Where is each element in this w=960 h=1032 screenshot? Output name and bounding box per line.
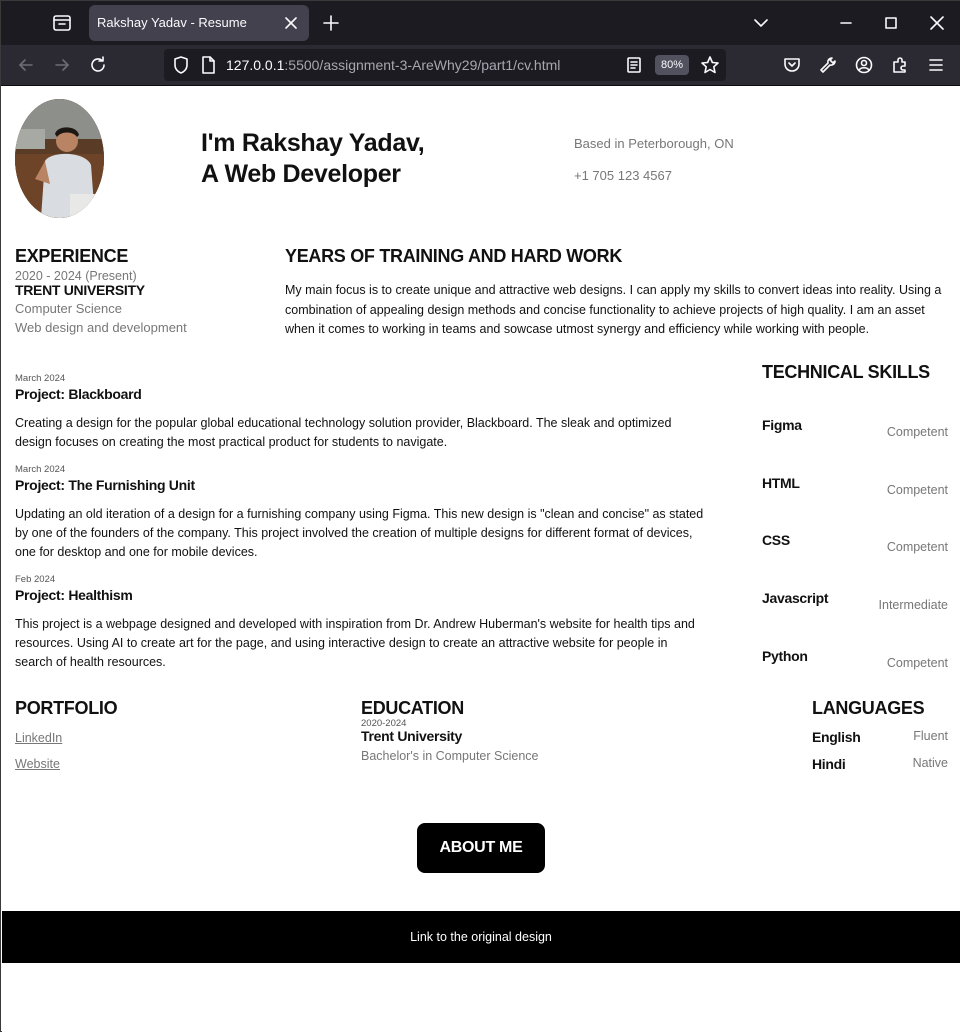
education-degree: Bachelor's in Computer Science (361, 749, 539, 763)
language-row: Hindi Native (812, 752, 948, 779)
active-tab[interactable]: Rakshay Yadav - Resume (89, 5, 309, 41)
skill-row: CSS Competent (762, 532, 948, 556)
project-date: March 2024 (15, 464, 66, 475)
technical-skills-section: TECHNICAL SKILLS Figma Competent HTML Co… (762, 362, 948, 670)
project-description: This project is a webpage designed and d… (15, 617, 695, 669)
original-design-link[interactable]: Link to the original design (410, 930, 552, 944)
pocket-icon[interactable] (782, 55, 802, 75)
url-text[interactable]: 127.0.0.1:5500/assignment-3-AreWhy29/par… (226, 57, 560, 73)
experience-school: TRENT UNIVERSITY (15, 282, 145, 298)
skill-row: Javascript Intermediate (762, 590, 948, 614)
language-row: English Fluent (812, 725, 948, 752)
skill-name: CSS (762, 532, 790, 548)
experience-section: EXPERIENCE 2020 - 2024 (Present) TRENT U… (15, 246, 255, 335)
forward-arrow-icon[interactable] (52, 55, 72, 75)
minimize-icon[interactable] (836, 13, 856, 33)
experience-focus: Web design and development (15, 320, 187, 335)
website-link[interactable]: Website (15, 757, 117, 771)
about-me-button[interactable]: ABOUT ME (417, 823, 545, 873)
bookmark-star-icon[interactable] (700, 55, 720, 80)
tab-strip: Rakshay Yadav - Resume (1, 1, 960, 45)
skill-row: Python Competent (762, 648, 948, 672)
project-description: Creating a design for the popular global… (15, 416, 672, 449)
reader-view-icon[interactable] (626, 55, 642, 80)
menu-hamburger-icon[interactable] (926, 55, 946, 75)
summary-text: My main focus is to create unique and at… (285, 283, 942, 336)
tab-close-icon[interactable] (281, 13, 301, 33)
experience-field: Computer Science (15, 301, 122, 316)
reload-icon[interactable] (88, 55, 108, 75)
language-level: Native (912, 756, 948, 770)
project-title: Project: Blackboard (15, 386, 142, 402)
skill-name: HTML (762, 475, 800, 491)
url-path: :5500/assignment-3-AreWhy29/part1/cv.htm… (284, 57, 561, 73)
education-section: EDUCATION 2020-2024 Trent University Bac… (361, 698, 538, 763)
skill-row: Figma Competent (762, 417, 948, 441)
footer-bar: Link to the original design (2, 911, 960, 963)
project-title: Project: Healthism (15, 587, 133, 603)
language-name: English (812, 729, 861, 745)
project-date: Feb 2024 (15, 574, 56, 585)
education-school: Trent University (361, 728, 463, 744)
tab-list-chevron-icon[interactable] (751, 13, 771, 33)
skill-name: Figma (762, 417, 802, 433)
project-item: March 2024 Project: Blackboard Creating … (15, 374, 705, 452)
experience-dates: 2020 - 2024 (Present) (15, 269, 137, 283)
skill-level: Competent (886, 425, 948, 439)
maximize-icon[interactable] (881, 13, 901, 33)
back-arrow-icon[interactable] (16, 55, 36, 75)
languages-heading: LANGUAGES (812, 698, 925, 718)
firefox-view-icon[interactable] (51, 13, 73, 33)
navigation-toolbar: 127.0.0.1:5500/assignment-3-AreWhy29/par… (1, 45, 960, 86)
project-title: Project: The Furnishing Unit (15, 477, 195, 493)
hero-title-line2: A Web Developer (201, 160, 401, 188)
portfolio-heading: PORTFOLIO (15, 698, 118, 718)
education-heading: EDUCATION (361, 698, 464, 718)
tab-title: Rakshay Yadav - Resume (97, 15, 247, 30)
portfolio-section: PORTFOLIO LinkedIn Website (15, 698, 118, 771)
summary-heading: YEARS OF TRAINING AND HARD WORK (285, 246, 623, 266)
skill-level: Competent (886, 483, 948, 497)
extensions-icon[interactable] (890, 55, 910, 75)
project-item: March 2024 Project: The Furnishing Unit … (15, 465, 705, 562)
hero-title-line1: I'm Rakshay Yadav, (201, 129, 425, 157)
location-text: Based in Peterborough, ON (574, 136, 734, 151)
profile-photo (15, 99, 104, 218)
skill-level: Competent (886, 540, 948, 554)
language-level: Fluent (913, 729, 948, 743)
page-icon[interactable] (200, 55, 216, 80)
url-host: 127.0.0.1 (226, 57, 285, 73)
resume-page: I'm Rakshay Yadav, A Web Developer Based… (2, 86, 960, 1032)
account-icon[interactable] (854, 55, 874, 75)
experience-heading: EXPERIENCE (15, 246, 129, 266)
skills-heading: TECHNICAL SKILLS (762, 362, 930, 382)
summary-section: YEARS OF TRAINING AND HARD WORK My main … (285, 246, 948, 340)
skill-row: HTML Competent (762, 475, 948, 499)
zoom-level-badge[interactable]: 80% (655, 55, 690, 75)
phone-text: +1 705 123 4567 (574, 168, 672, 183)
skill-name: Javascript (762, 590, 829, 606)
project-description: Updating an old iteration of a design fo… (15, 507, 704, 559)
shield-icon[interactable] (172, 55, 190, 80)
skill-level: Competent (886, 656, 948, 670)
project-date: March 2024 (15, 373, 66, 384)
linkedin-link[interactable]: LinkedIn (15, 731, 117, 745)
languages-section: LANGUAGES English Fluent Hindi Native (812, 698, 948, 779)
skill-level: Intermediate (878, 598, 948, 612)
wrench-icon[interactable] (818, 55, 838, 75)
project-item: Feb 2024 Project: Healthism This project… (15, 575, 705, 672)
address-bar[interactable]: 127.0.0.1:5500/assignment-3-AreWhy29/par… (164, 49, 726, 81)
window-close-icon[interactable] (927, 13, 947, 33)
language-name: Hindi (812, 756, 846, 772)
hero-title: I'm Rakshay Yadav, A Web Developer (201, 128, 425, 190)
skill-name: Python (762, 648, 808, 664)
new-tab-icon[interactable] (321, 13, 341, 33)
